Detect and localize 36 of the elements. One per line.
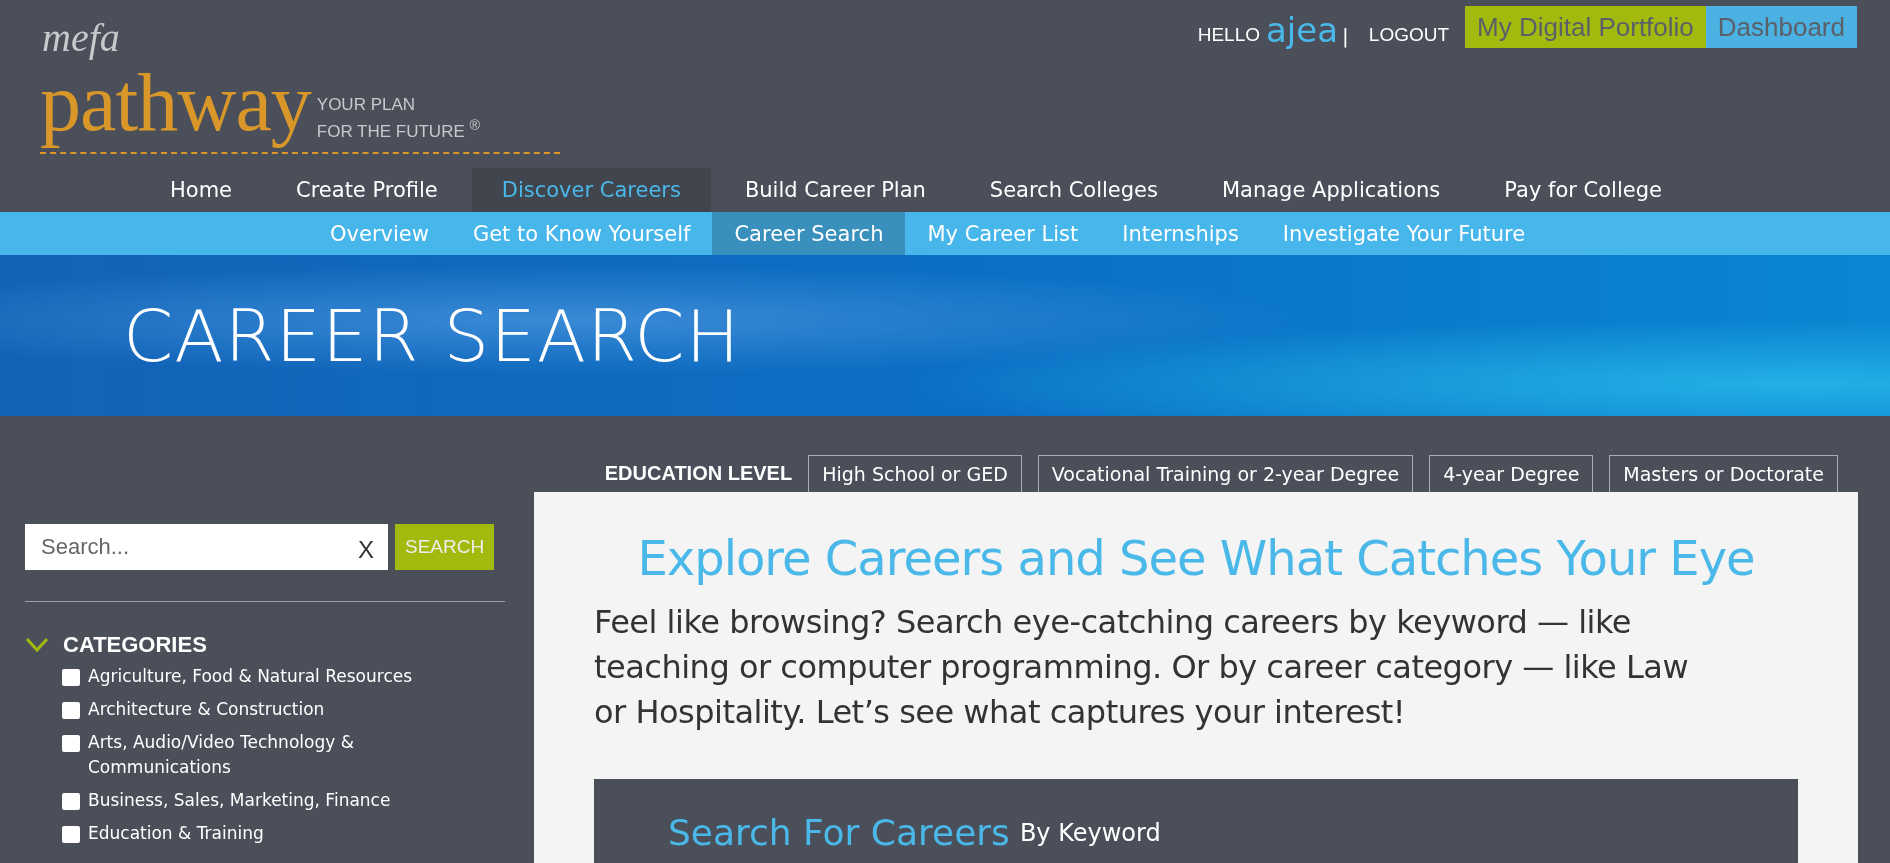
logo-text: pathway xyxy=(40,60,311,146)
checkbox[interactable] xyxy=(62,669,80,686)
nav-item[interactable]: Search Colleges xyxy=(959,168,1188,212)
subnav-item[interactable]: Career Search xyxy=(712,212,906,255)
checkbox[interactable] xyxy=(62,702,80,719)
chevron-icon[interactable] xyxy=(25,637,49,653)
category-label: Agriculture, Food & Natural Resources xyxy=(88,665,414,688)
logo-text: mefa xyxy=(42,16,120,60)
separator: | xyxy=(1342,24,1349,48)
nav-item[interactable]: Build Career Plan xyxy=(714,168,956,212)
nav-item[interactable]: Pay for College xyxy=(1474,168,1692,212)
checkbox[interactable] xyxy=(62,793,80,810)
intro-text: Feel like browsing? Search eye-catching careers by keyword — like teaching or computer programming. Or by career category — like Law or Hospitality. Let’s see what captures your interest! xyxy=(594,602,1690,733)
nav-item[interactable]: Create Profile xyxy=(266,168,468,212)
category-label: Business, Sales, Marketing, Finance xyxy=(88,789,392,812)
nav-item[interactable]: Discover Careers xyxy=(471,168,711,212)
logout-link[interactable]: LOGOUT xyxy=(1368,24,1450,46)
username: ajea xyxy=(1266,12,1339,48)
clear-button[interactable]: X xyxy=(358,536,374,564)
search-field[interactable]: Search... X xyxy=(25,524,388,570)
category-label: Education & Training xyxy=(88,822,265,845)
keyword-search-subtitle: By Keyword xyxy=(1019,818,1161,849)
greeting: HELLO xyxy=(1197,24,1261,46)
category-label: Architecture & Construction xyxy=(88,698,326,721)
logo-tagline: YOUR PLAN xyxy=(316,95,417,116)
checkbox[interactable] xyxy=(62,735,80,752)
categories-heading: CATEGORIES xyxy=(63,632,207,658)
checkbox[interactable] xyxy=(62,826,80,843)
logo-tagline: FOR THE FUTURE $^{®}$ xyxy=(316,116,480,142)
nav-item[interactable]: Home xyxy=(140,168,262,212)
intro-heading: Explore Careers and See What Catches Your Eye xyxy=(636,530,1756,586)
nav-item[interactable]: Manage Applications xyxy=(1191,168,1471,212)
education-level-label: EDUCATION LEVEL xyxy=(604,462,793,485)
keyword-search-title: Search For Careers xyxy=(668,815,1010,851)
banner-title: CAREER SEARCH xyxy=(123,293,741,378)
category-label: Arts, Audio/Video Technology & Communications xyxy=(88,731,355,779)
